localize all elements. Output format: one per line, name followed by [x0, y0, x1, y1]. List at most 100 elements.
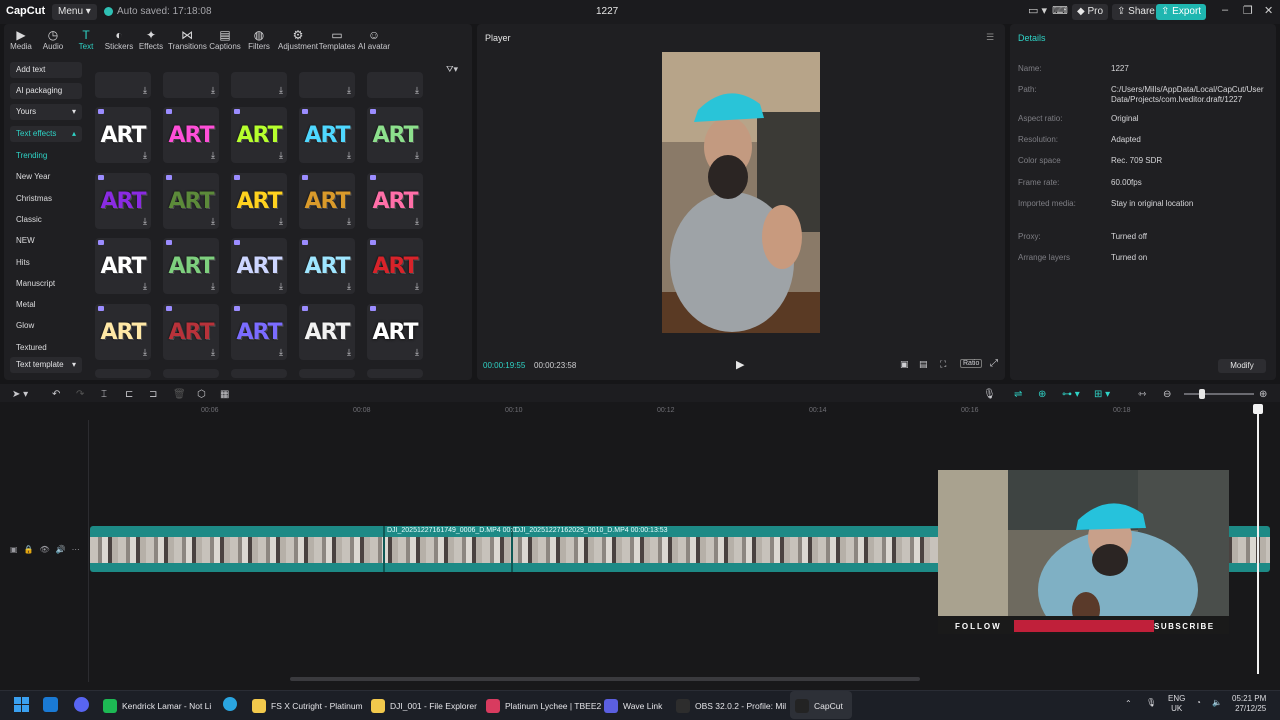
download-icon[interactable]: ⤓ — [143, 281, 147, 292]
select-tool-icon[interactable]: ➤ ▾ — [12, 389, 28, 400]
taskbar-app[interactable]: Wave Link — [604, 699, 662, 713]
effect-tile[interactable] — [163, 369, 219, 378]
download-icon[interactable]: ⤓ — [347, 347, 351, 358]
category-christmas[interactable]: Christmas — [16, 194, 52, 203]
link-icon[interactable]: ⇌ — [1014, 389, 1022, 400]
download-icon[interactable]: ⤓ — [211, 216, 215, 227]
modify-button[interactable]: Modify — [1218, 359, 1266, 373]
ai-packaging-button[interactable]: AI packaging — [10, 83, 82, 99]
download-icon[interactable]: ⤓ — [143, 150, 147, 161]
effect-tile[interactable]: ART ⤓ — [95, 238, 151, 294]
category-hits[interactable]: Hits — [16, 258, 30, 267]
playhead-handle[interactable] — [1253, 404, 1263, 414]
zoom-in-icon[interactable]: ⊕ — [1259, 389, 1267, 400]
split-icon[interactable]: ⌶ — [101, 389, 107, 400]
category-trending[interactable]: Trending — [16, 151, 47, 160]
linkage-icon[interactable]: ⊶ ▾ — [1062, 389, 1080, 400]
download-icon[interactable]: ⤓ — [347, 85, 351, 96]
effect-tile[interactable] — [95, 369, 151, 378]
effect-tile[interactable]: ART ⤓ — [95, 303, 151, 360]
taskbar-app[interactable]: Platinum Lychee | TBEE2 — [486, 699, 601, 713]
add-text-button[interactable]: Add text — [10, 62, 82, 78]
outlook-icon[interactable] — [43, 697, 58, 712]
layout-icon[interactable]: ▭ ▾ — [1028, 4, 1047, 17]
effect-tile[interactable]: ⤓ — [95, 72, 151, 98]
effect-tile[interactable]: ⤓ — [163, 72, 219, 98]
tab-filters[interactable]: ◍ Filters — [240, 28, 278, 51]
maximize-icon[interactable]: ❐ — [1243, 4, 1253, 17]
effect-tile[interactable]: ⤓ — [367, 72, 423, 98]
split-right-icon[interactable]: ⊐ — [149, 389, 157, 400]
fit-icon[interactable]: ⇿ — [1138, 389, 1146, 400]
minimize-icon[interactable]: – — [1222, 4, 1228, 16]
zoom-slider[interactable] — [1184, 393, 1254, 395]
download-icon[interactable]: ⤓ — [347, 150, 351, 161]
taskbar-app[interactable]: Kendrick Lamar - Not Li — [103, 699, 211, 713]
category-metal[interactable]: Metal — [16, 300, 36, 309]
effect-tile[interactable]: ART ⤓ — [163, 303, 219, 360]
download-icon[interactable]: ⤓ — [279, 216, 283, 227]
discord-icon[interactable] — [74, 697, 89, 712]
tab-templates[interactable]: ▭ Templates — [318, 28, 356, 51]
download-icon[interactable]: ⤓ — [143, 85, 147, 96]
menu-button[interactable]: Menu ▾ — [52, 4, 97, 20]
category-new[interactable]: NEW — [16, 236, 35, 245]
effect-tile[interactable]: ⤓ — [231, 72, 287, 98]
effect-tile[interactable]: ART ⤓ — [95, 172, 151, 229]
effect-tile[interactable]: ART ⤓ — [299, 303, 355, 360]
effect-tile[interactable] — [367, 369, 423, 378]
taskbar-app[interactable]: DJI_001 - File Explorer — [371, 699, 477, 713]
download-icon[interactable]: ⤓ — [279, 347, 283, 358]
effect-tile[interactable]: ART ⤓ — [163, 107, 219, 163]
download-icon[interactable]: ⤓ — [415, 150, 419, 161]
download-icon[interactable]: ⤓ — [143, 216, 147, 227]
start-icon[interactable] — [14, 697, 29, 712]
clock[interactable]: 05:21 PM 27/12/25 — [1232, 694, 1266, 714]
effect-tile[interactable]: ART ⤓ — [231, 172, 287, 229]
download-icon[interactable]: ⤓ — [211, 347, 215, 358]
filter-icon[interactable]: ⛛▾ — [446, 64, 458, 75]
snapshot-icon[interactable]: ▣ — [900, 359, 909, 370]
effect-tile[interactable]: ART ⤓ — [231, 238, 287, 294]
download-icon[interactable]: ⤓ — [211, 150, 215, 161]
zoom-slider-handle[interactable] — [1199, 389, 1205, 399]
category-textured[interactable]: Textured — [16, 343, 47, 352]
effect-tile[interactable]: ART ⤓ — [299, 238, 355, 294]
effect-tile[interactable]: ART ⤓ — [231, 303, 287, 360]
effect-tile[interactable]: ART ⤓ — [299, 107, 355, 163]
pro-button[interactable]: ◆ Pro — [1072, 4, 1109, 20]
category-glow[interactable]: Glow — [16, 321, 34, 330]
effect-tile[interactable]: ART ⤓ — [367, 107, 423, 163]
shortcuts-icon[interactable]: ⌨ — [1052, 4, 1068, 17]
redo-icon[interactable]: ↷ — [76, 389, 84, 400]
zoom-out-icon[interactable]: ⊖ — [1163, 389, 1171, 400]
delete-icon[interactable]: 🗑 — [173, 389, 186, 400]
download-icon[interactable]: ⤓ — [279, 150, 283, 161]
marker-icon[interactable]: ⬡ — [197, 389, 206, 400]
export-button[interactable]: ⇪ Export — [1156, 4, 1207, 20]
quality-icon[interactable]: ▤ — [919, 359, 928, 370]
crop-tool-icon[interactable]: ▦ — [220, 389, 229, 400]
share-button[interactable]: ⇪ Share — [1112, 4, 1160, 20]
tray-mic-icon[interactable]: 🎙 — [1146, 698, 1156, 707]
taskbar-app[interactable]: OBS 32.0.2 - Profile: Mil — [676, 699, 786, 713]
category-manuscript[interactable]: Manuscript — [16, 279, 55, 288]
close-icon[interactable]: ✕ — [1264, 4, 1273, 17]
download-icon[interactable]: ⤓ — [211, 85, 215, 96]
effect-tile[interactable]: ART ⤓ — [163, 172, 219, 229]
split-left-icon[interactable]: ⊏ — [125, 389, 133, 400]
effect-tile[interactable]: ⤓ — [299, 72, 355, 98]
text-effects-button[interactable]: Text effects ▴ — [10, 126, 82, 142]
tab-effects[interactable]: ✦ Effects — [132, 28, 170, 51]
play-button[interactable]: ▶ — [736, 358, 744, 371]
effect-tile[interactable] — [299, 369, 355, 378]
download-icon[interactable]: ⤓ — [347, 281, 351, 292]
effect-tile[interactable]: ART ⤓ — [367, 303, 423, 360]
wifi-icon[interactable]: ◔ — [1196, 698, 1201, 707]
download-icon[interactable]: ⤓ — [415, 347, 419, 358]
yours-button[interactable]: Yours ▾ — [10, 104, 82, 120]
player-menu-icon[interactable]: ☰ — [986, 32, 994, 43]
download-icon[interactable]: ⤓ — [415, 216, 419, 227]
fullscreen-icon[interactable]: ⤢ — [990, 358, 998, 369]
microphone-icon[interactable]: 🎙 — [983, 389, 996, 400]
